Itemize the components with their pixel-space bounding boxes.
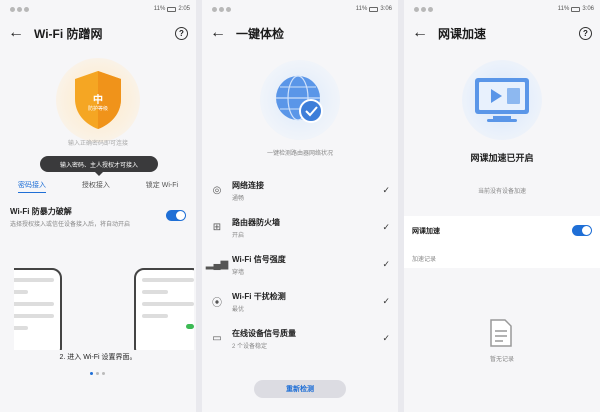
title-bar: ← 一键体检 — [202, 18, 398, 48]
status-time: 3:06 — [380, 6, 392, 12]
checkmark-icon: ✓ — [382, 222, 390, 232]
boost-status: 网课加速已开启 — [470, 153, 534, 163]
battery-icon — [571, 6, 581, 12]
firewall-icon: ⊞ — [212, 222, 222, 233]
battery-percent: 11% — [355, 6, 368, 12]
shield-level: 中 — [93, 95, 103, 106]
item-title: 在线设备信号质量 — [232, 328, 296, 338]
help-icon[interactable]: ? — [579, 26, 592, 40]
help-icon[interactable]: ? — [175, 26, 188, 40]
status-bar: 11% 2:05 — [0, 0, 196, 18]
notification-icon — [17, 6, 22, 12]
list-item[interactable]: ⦿ Wi-Fi 干扰检测 最优 ✓ — [202, 283, 398, 320]
notification-icon — [428, 6, 433, 12]
access-mode-tabs: 密码接入 授权接入 锁定 Wi-Fi — [0, 180, 196, 193]
battery-percent: 11% — [557, 6, 570, 12]
back-arrow-icon[interactable]: ← — [412, 25, 430, 41]
wifi-anti-leech-screen: 11% 2:05 ← Wi-Fi 防蹭网 ? 中 防护等级 输入正确密码即可连接… — [0, 0, 196, 412]
item-status: 穿墙 — [232, 269, 245, 276]
status-bar: 11% 3:06 — [404, 0, 600, 18]
phone-mockup — [14, 268, 62, 350]
list-item[interactable]: ◎ 网络连接 通畅 ✓ — [202, 172, 398, 209]
boost-note: 当前没有设备加速 — [477, 189, 526, 195]
monitor-icon — [475, 78, 529, 122]
signal-icon: ▂▄▆ — [205, 259, 229, 270]
list-item[interactable]: ▂▄▆ Wi-Fi 信号强度 穿墙 ✓ — [202, 246, 398, 283]
checkmark-icon: ✓ — [382, 259, 390, 269]
status-time: 2:05 — [178, 6, 190, 12]
interference-icon: ⦿ — [212, 298, 222, 309]
tutorial-caption: 2. 进入 Wi-Fi 设置界面。 — [59, 354, 137, 361]
faded-hint-text: 输入正确密码即可连接 — [67, 141, 128, 147]
back-arrow-icon[interactable]: ← — [8, 25, 26, 41]
anti-brute-force-toggle[interactable] — [166, 210, 186, 221]
checkup-subtitle: 一键检测路由器网络状况 — [266, 151, 333, 157]
notification-icon — [10, 6, 15, 12]
notification-icon — [414, 6, 419, 12]
devices-icon: ▭ — [212, 333, 222, 344]
online-class-boost-screen: 11% 3:06 ← 网课加速 ? 网课加速已开启 当前没有设备加速 网课加速 … — [404, 0, 600, 412]
list-item[interactable]: ⊞ 路由器防火墙 开启 ✓ — [202, 209, 398, 246]
empty-state-text: 暂无记录 — [489, 357, 514, 363]
checkmark-icon: ✓ — [382, 296, 390, 306]
battery-percent: 11% — [153, 6, 166, 12]
notification-icon — [24, 6, 29, 12]
tutorial-illustration — [14, 262, 194, 350]
monitor-illustration — [462, 60, 542, 140]
phone-mockup — [134, 268, 194, 350]
battery-icon — [369, 6, 379, 12]
page-indicator — [90, 372, 105, 375]
globe-check-icon — [276, 75, 323, 123]
boost-records-link[interactable]: 加速记录 — [412, 254, 436, 263]
item-status: 最优 — [232, 306, 245, 313]
checkmark-icon: ✓ — [382, 185, 390, 195]
item-status: 通畅 — [232, 195, 245, 202]
list-item[interactable]: ▭ 在线设备信号质量 2 个设备稳定 ✓ — [202, 320, 398, 357]
recheck-button[interactable]: 重新检测 — [254, 380, 346, 398]
item-title: Wi-Fi 干扰检测 — [232, 291, 286, 301]
back-arrow-icon[interactable]: ← — [210, 25, 228, 41]
item-status: 开启 — [232, 232, 245, 239]
page-title: 一键体检 — [236, 26, 285, 41]
setting-label: Wi-Fi 防暴力破解 — [10, 207, 72, 216]
boost-settings-card: 网课加速 加速记录 — [404, 216, 600, 268]
page-title: 网课加速 — [438, 26, 487, 41]
boost-toggle[interactable] — [572, 225, 592, 236]
notification-icon — [421, 6, 426, 12]
shield-level-label: 防护等级 — [87, 106, 108, 112]
title-bar: ← 网课加速 ? — [404, 18, 600, 48]
item-title: 路由器防火墙 — [232, 217, 280, 227]
empty-document-icon — [490, 319, 512, 347]
tab-authorized-access[interactable]: 授权接入 — [82, 180, 110, 193]
setting-description: 选择授权接入或信任设备接入后，将自动开启 — [10, 222, 131, 228]
notification-icon — [219, 6, 224, 12]
item-status: 2 个设备稳定 — [232, 343, 268, 350]
item-title: 网络连接 — [232, 180, 264, 190]
item-title: Wi-Fi 信号强度 — [232, 254, 286, 264]
globe-icon: ◎ — [212, 185, 222, 196]
anti-brute-force-setting: Wi-Fi 防暴力破解 选择授权接入或信任设备接入后，将自动开启 — [10, 206, 190, 228]
status-bar: 11% 3:06 — [202, 0, 398, 18]
globe-check-illustration — [260, 60, 340, 140]
tooltip: 输入密码、主人授权才可接入 — [40, 156, 158, 176]
page-title: Wi-Fi 防蹭网 — [34, 26, 103, 41]
battery-icon — [167, 6, 177, 12]
one-click-checkup-screen: 11% 3:06 ← 一键体检 一键检测路由器网络状况 ◎ 网络连接 通畅 ✓ — [202, 0, 398, 412]
tab-password-access[interactable]: 密码接入 — [17, 180, 46, 193]
boost-toggle-label: 网课加速 — [412, 228, 440, 235]
shield-illustration: 中 防护等级 — [56, 58, 140, 142]
checkmark-icon: ✓ — [382, 333, 390, 343]
title-bar: ← Wi-Fi 防蹭网 ? — [0, 18, 196, 48]
notification-icon — [226, 6, 231, 12]
tab-lock-wifi[interactable]: 锁定 Wi-Fi — [146, 180, 178, 193]
checkup-list: ◎ 网络连接 通畅 ✓ ⊞ 路由器防火墙 开启 ✓ ▂▄▆ Wi-Fi 信号强度… — [202, 172, 398, 357]
status-time: 3:06 — [582, 6, 594, 12]
notification-icon — [212, 6, 217, 12]
